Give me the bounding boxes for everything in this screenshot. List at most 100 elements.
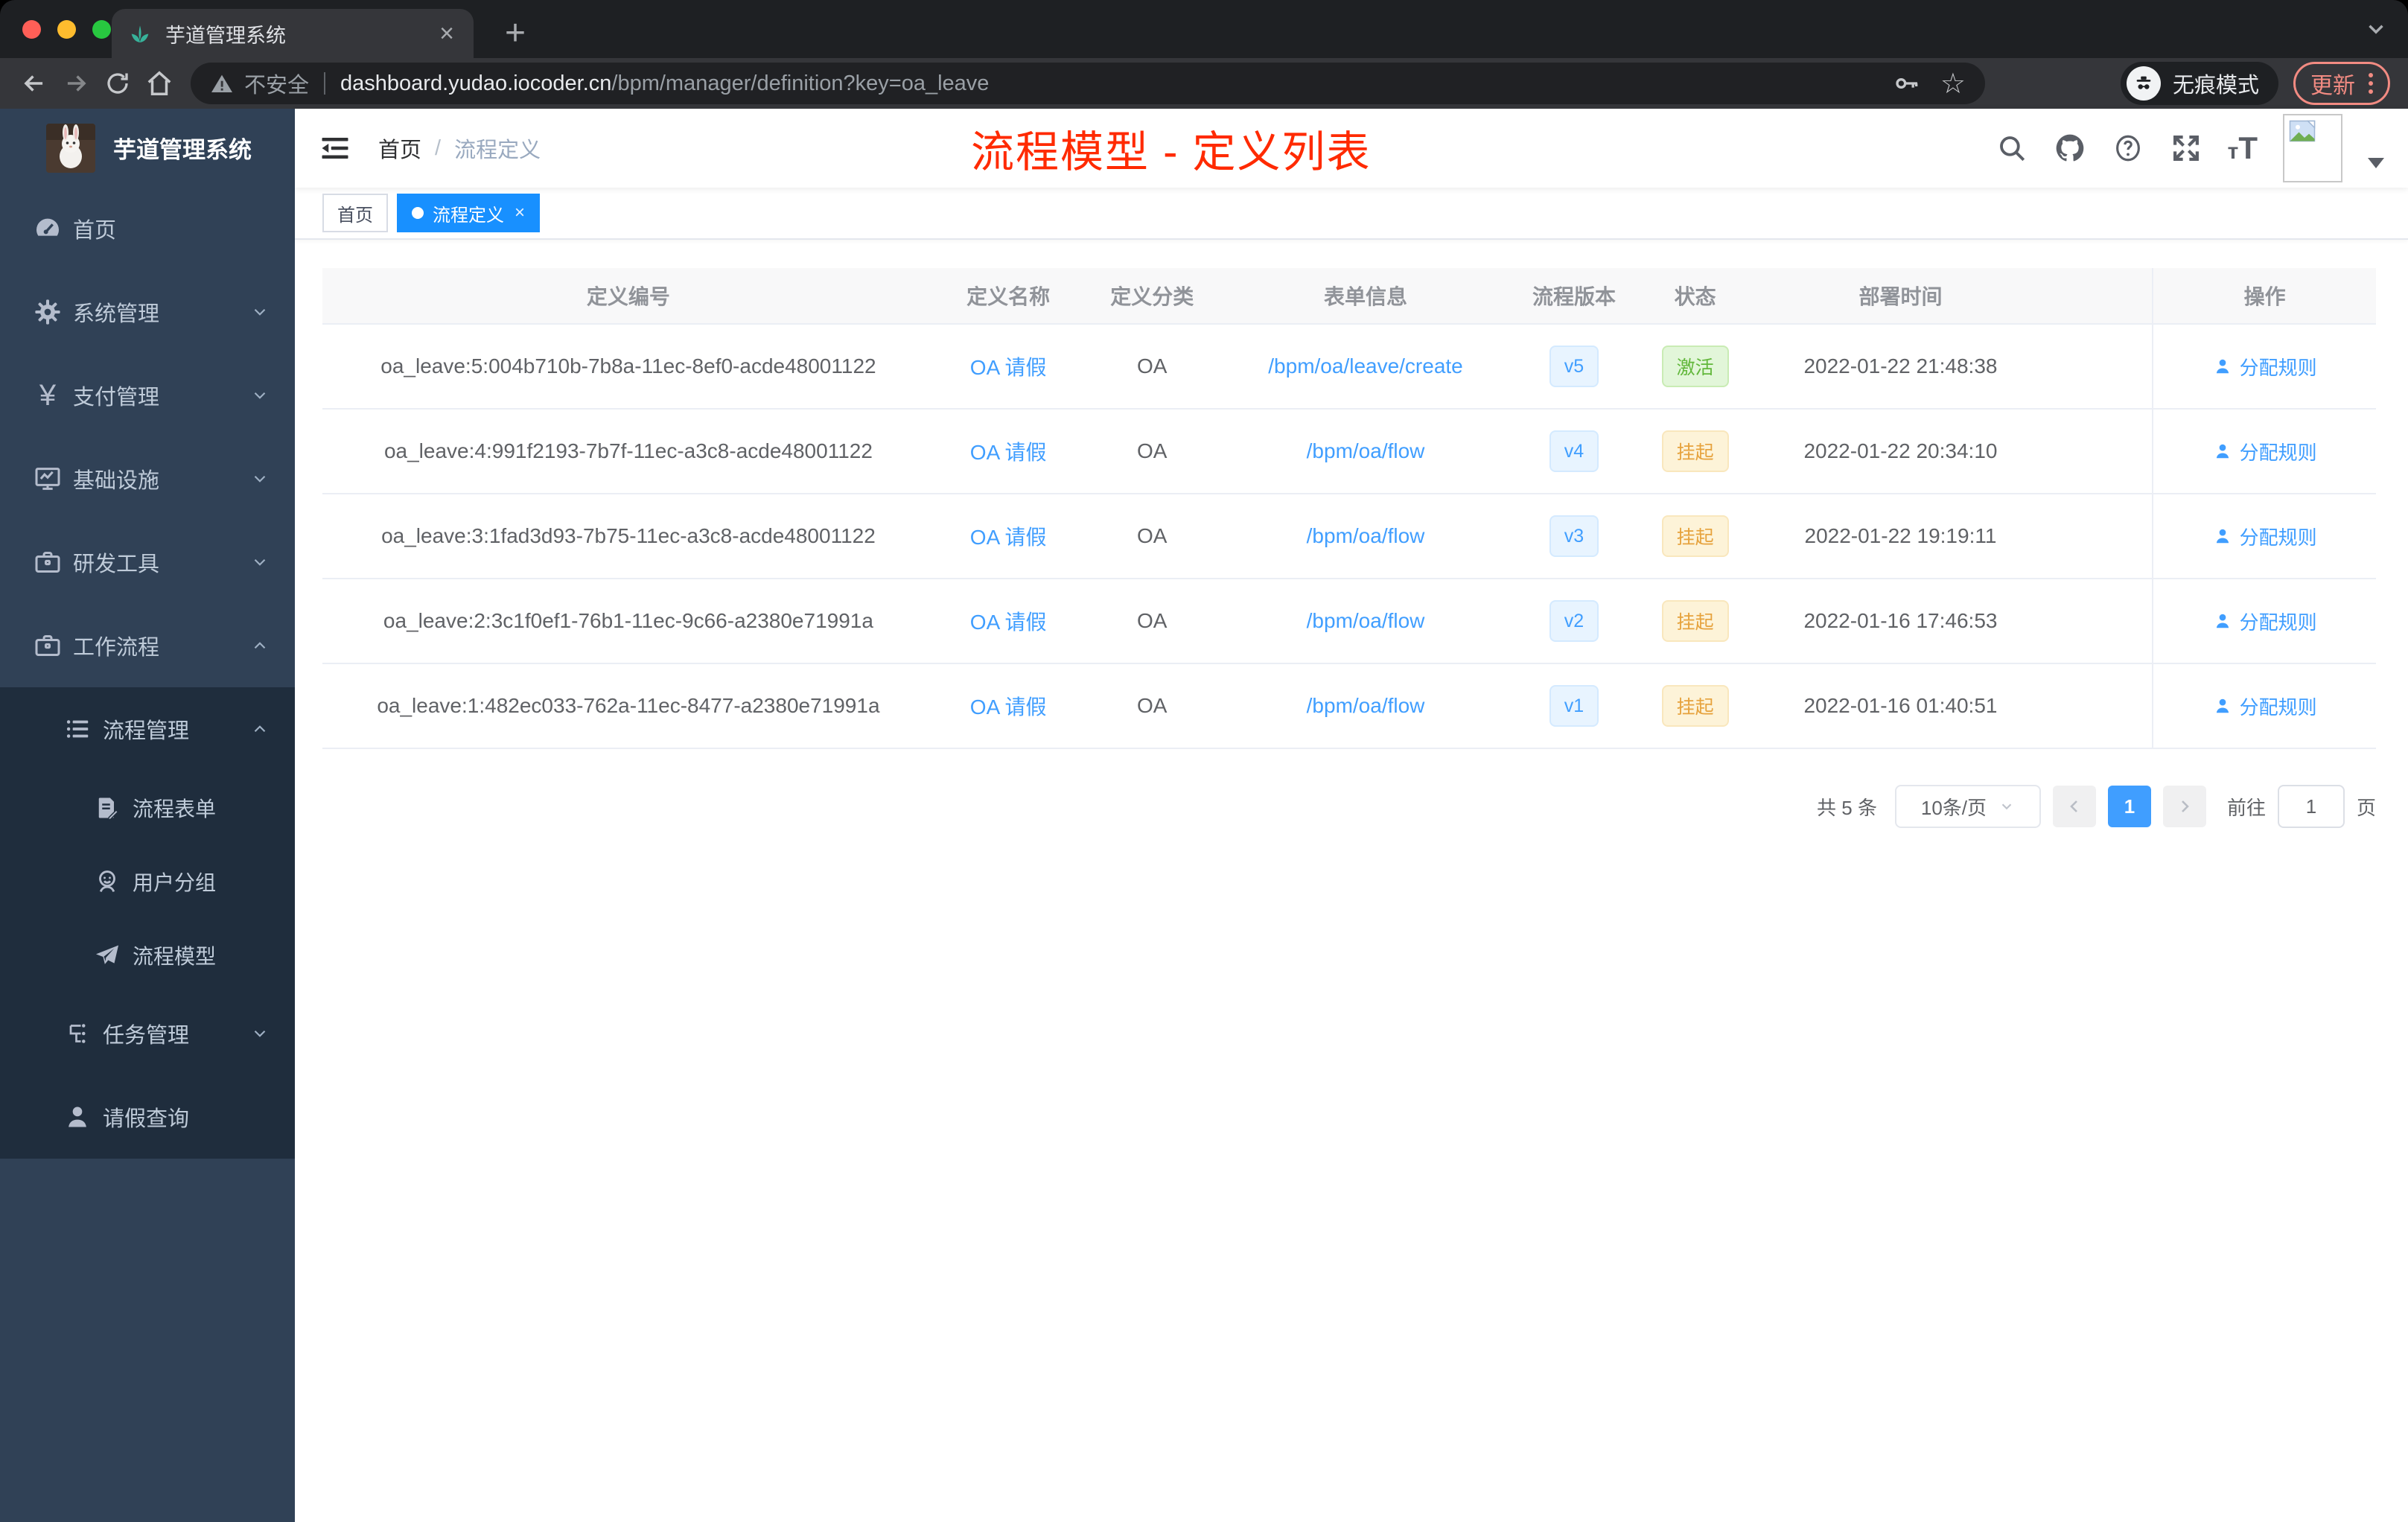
table-header-version: 流程版本 [1532,285,1616,308]
cell-action[interactable]: 分配规则 [2152,410,2376,493]
page-size-select[interactable]: 10条/页 [1894,785,2041,828]
browser-menu-dots-icon[interactable] [2369,73,2373,94]
security-label[interactable]: 不安全 [244,68,309,99]
cell-action[interactable]: 分配规则 [2152,325,2376,408]
github-icon[interactable] [2054,132,2086,165]
pagination-total: 共 5 条 [1817,796,1877,819]
tag-process-definition-active[interactable]: 流程定义 × [397,194,541,232]
next-page-button[interactable] [2162,786,2206,827]
assign-person-icon [2216,529,2229,544]
bookmark-star-icon[interactable]: ☆ [1940,67,1966,101]
close-window-button[interactable] [22,19,41,39]
sidebar-item-infrastructure[interactable]: 基础设施 [0,437,295,520]
tab-search-chevron-icon[interactable] [2363,16,2389,42]
cell-form-link[interactable]: /bpm/oa/flow [1222,494,1509,578]
cell-category: OA [1136,609,1168,632]
goto-page-input[interactable]: 1 [2277,785,2345,828]
font-size-icon[interactable]: тT [2228,130,2258,166]
sidebar-item-process-form[interactable]: 流程表单 [0,771,295,844]
prev-page-button[interactable] [2052,786,2096,827]
assign-rule-link[interactable]: 分配规则 [2213,523,2317,550]
cell-form-link[interactable]: /bpm/oa/flow [1222,410,1509,493]
forward-icon[interactable] [55,63,97,104]
minimize-window-button[interactable] [57,19,76,39]
sidebar-item-process-model[interactable]: 流程模型 [0,918,295,992]
password-key-icon[interactable] [1891,69,1921,98]
avatar-broken-image[interactable] [2283,114,2342,182]
sidebar: 芋道管理系统 首页 系统管理 ¥ 支付管理 基础设施 研发工具 工作流程 流程管… [0,109,295,1522]
assign-rule-link[interactable]: 分配规则 [2213,353,2317,380]
not-secure-warning-icon [210,71,234,95]
cell-form-link[interactable]: /bpm/oa/flow [1222,579,1509,663]
update-label: 更新 [2310,74,2355,98]
tab-close-icon[interactable]: × [436,21,457,46]
sidebar-item-dev-tools[interactable]: 研发工具 [0,520,295,604]
status-badge: 挂起 [1661,685,1729,727]
tag-home[interactable]: 首页 [322,194,388,232]
sidebar-item-label: 研发工具 [73,553,160,576]
sidebar-item-system-management[interactable]: 系统管理 [0,270,295,354]
assign-person-icon [2216,359,2229,374]
sidebar-item-leave-query[interactable]: 请假查询 [0,1075,295,1159]
cell-definition-name[interactable]: OA 请假 [934,664,1083,748]
cell-definition-name[interactable]: OA 请假 [934,579,1083,663]
sidebar-item-payment-management[interactable]: ¥ 支付管理 [0,354,295,437]
incognito-icon [2126,66,2161,101]
cell-form-link[interactable]: /bpm/oa/leave/create [1222,325,1509,408]
chevron-down-icon [250,553,270,572]
breadcrumb-home[interactable]: 首页 [378,133,421,164]
sidebar-logo[interactable]: 芋道管理系统 [0,109,295,187]
help-question-icon[interactable] [2112,132,2144,165]
sidebar-item-home[interactable]: 首页 [0,187,295,270]
sidebar-item-label: 流程管理 [103,719,190,743]
reload-icon[interactable] [97,63,138,104]
search-icon[interactable] [1995,132,2028,165]
zoom-window-button[interactable] [92,19,111,39]
browser-update-button[interactable]: 更新 [2293,62,2390,105]
cell-action[interactable]: 分配规则 [2152,579,2376,663]
cell-action[interactable]: 分配规则 [2152,494,2376,578]
sidebar-item-workflow[interactable]: 工作流程 [0,604,295,687]
cell-definition-name[interactable]: OA 请假 [934,325,1083,408]
assign-rule-link[interactable]: 分配规则 [2213,608,2317,635]
cell-status: 挂起 [1639,410,1752,493]
logo-bunny-avatar [46,123,95,173]
workflow-submenu: 流程管理 流程表单 用户分组 流程模型 任务管理 请假查询 [0,687,295,1159]
tag-close-icon[interactable]: × [515,203,525,223]
breadcrumb: 首页 / 流程定义 [378,133,541,164]
cell-definition-id: oa_leave:2:3c1f0ef1-76b1-11ec-9c66-a2380… [383,609,873,632]
cell-filler [2049,325,2152,408]
page-number-1[interactable]: 1 [2107,786,2151,827]
active-tag-dot [412,207,424,219]
cell-definition-name[interactable]: OA 请假 [934,410,1083,493]
cell-filler [2049,579,2152,663]
cell-deploy-time: 2022-01-22 20:34:10 [1803,439,1998,462]
sidebar-item-task-management[interactable]: 任务管理 [0,992,295,1075]
assign-rule-link[interactable]: 分配规则 [2213,692,2317,720]
home-icon[interactable] [138,63,180,104]
tree-flow-icon [60,1016,95,1051]
status-badge: 挂起 [1661,515,1729,557]
cell-category: OA [1136,524,1168,547]
assign-rule-link[interactable]: 分配规则 [2213,438,2317,465]
browser-window: 芋道管理系统 × + 不安全 dashboard.yudao.iocoder.c… [0,0,2408,1522]
avatar-dropdown-caret-icon[interactable] [2368,158,2384,168]
cell-definition-name[interactable]: OA 请假 [934,494,1083,578]
cell-action[interactable]: 分配规则 [2152,664,2376,748]
back-icon[interactable] [13,63,55,104]
cell-form-link[interactable]: /bpm/oa/flow [1222,664,1509,748]
browser-tab[interactable]: 芋道管理系统 × [112,9,474,58]
sidebar-fold-icon[interactable] [319,132,351,165]
cell-status: 挂起 [1639,664,1752,748]
url-bar[interactable]: 不安全 dashboard.yudao.iocoder.cn/bpm/manag… [191,63,1985,104]
cell-version: v5 [1509,325,1639,408]
url-host: dashboard.yudao.iocoder.cn [340,71,612,95]
table-row: oa_leave:2:3c1f0ef1-76b1-11ec-9c66-a2380… [322,579,2376,664]
sidebar-item-process-management[interactable]: 流程管理 [0,687,295,771]
sidebar-item-label: 用户分组 [133,870,217,894]
new-tab-button[interactable]: + [493,10,538,55]
browser-tabstrip: 芋道管理系统 × + [0,0,2408,58]
sidebar-item-user-group[interactable]: 用户分组 [0,844,295,918]
cell-version: v4 [1509,410,1639,493]
fullscreen-icon[interactable] [2170,132,2202,165]
